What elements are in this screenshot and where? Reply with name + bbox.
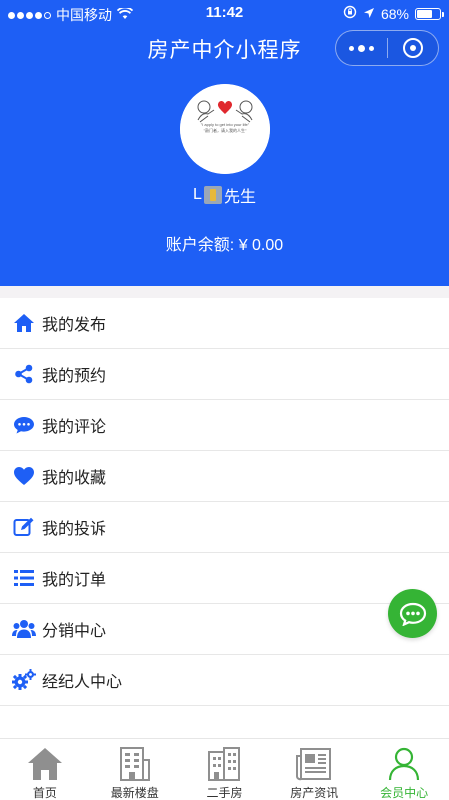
tab-home[interactable]: 首页 — [0, 739, 90, 800]
edit-icon — [12, 515, 36, 539]
menu-item-my-orders[interactable]: 我的订单 — [0, 553, 449, 604]
menu-label: 分销中心 — [42, 623, 107, 640]
menu-item-my-complaints[interactable]: 我的投诉 — [0, 502, 449, 553]
member-menu: 我的发布 我的预约 我的评论 我的收藏 我的投诉 我的订单 分销中心 经纪人中心 — [0, 298, 449, 706]
account-balance: 账户余额: ¥ 0.00 — [165, 237, 284, 254]
battery-fill — [417, 9, 432, 18]
status-bar: 中国移动 11:42 68% — [0, 0, 449, 26]
tab-label: 首页 — [32, 786, 57, 800]
menu-label: 经纪人中心 — [42, 674, 123, 691]
tab-label: 房产资讯 — [290, 786, 339, 800]
user-badge-icon — [203, 186, 222, 204]
tab-new-properties[interactable]: 最新楼盘 — [90, 739, 180, 800]
menu-label: 我的评论 — [42, 419, 107, 436]
menu-item-distribution-center[interactable]: 分销中心 — [0, 604, 449, 655]
avatar-caption: "I apply to get into your life" "敲门者，请入我… — [180, 122, 270, 134]
chat-bubble-icon — [399, 602, 426, 626]
newspaper-icon — [294, 746, 334, 782]
tab-label: 最新楼盘 — [110, 786, 159, 800]
profile-header: 中国移动 11:42 68% 房产中介小程序 "I apply to get i… — [0, 0, 449, 286]
menu-item-my-posts[interactable]: 我的发布 — [0, 298, 449, 349]
location-icon — [363, 6, 375, 22]
avatar-caption-zh: "敲门者，请入我的人生" — [203, 128, 247, 133]
share-icon — [12, 362, 36, 386]
username-suffix: 先生 — [223, 189, 256, 206]
tab-member-center[interactable]: 会员中心 — [359, 739, 449, 800]
section-divider — [0, 286, 449, 298]
menu-label: 我的预约 — [42, 368, 107, 385]
home-icon — [12, 311, 36, 335]
comment-icon — [12, 413, 36, 437]
user-icon — [384, 746, 424, 782]
users-icon — [12, 617, 36, 641]
apartment-icon — [204, 746, 244, 782]
close-button[interactable] — [387, 31, 438, 65]
menu-item-agent-center[interactable]: 经纪人中心 — [0, 655, 449, 706]
tab-label: 会员中心 — [380, 786, 429, 800]
menu-item-my-favorites[interactable]: 我的收藏 — [0, 451, 449, 502]
menu-label: 我的投诉 — [42, 521, 107, 538]
menu-label: 我的收藏 — [42, 470, 107, 487]
username-prefix: L — [193, 186, 202, 203]
menu-label: 我的订单 — [42, 572, 107, 589]
menu-item-my-appointments[interactable]: 我的预约 — [0, 349, 449, 400]
customer-service-button[interactable] — [388, 589, 437, 638]
menu-item-my-comments[interactable]: 我的评论 — [0, 400, 449, 451]
tab-news[interactable]: 房产资讯 — [269, 739, 359, 800]
bottom-tab-bar: 首页 最新楼盘 二手房 房产资讯 会员中心 — [0, 738, 449, 800]
house-icon — [25, 746, 65, 782]
username: L 先生 — [0, 183, 449, 207]
status-right: 68% — [343, 5, 444, 22]
close-target-icon — [402, 38, 423, 58]
rotation-lock-icon — [343, 5, 357, 22]
tab-second-hand[interactable]: 二手房 — [180, 739, 270, 800]
gears-icon — [12, 668, 36, 692]
heart-icon — [12, 464, 36, 488]
miniprogram-capsule — [335, 30, 439, 66]
battery-icon — [415, 7, 444, 20]
tab-label: 二手房 — [206, 786, 243, 800]
more-button[interactable] — [336, 31, 387, 65]
battery-percent: 68% — [380, 5, 409, 22]
building-icon — [115, 746, 155, 782]
list-icon — [12, 566, 36, 590]
menu-label: 我的发布 — [42, 317, 107, 334]
